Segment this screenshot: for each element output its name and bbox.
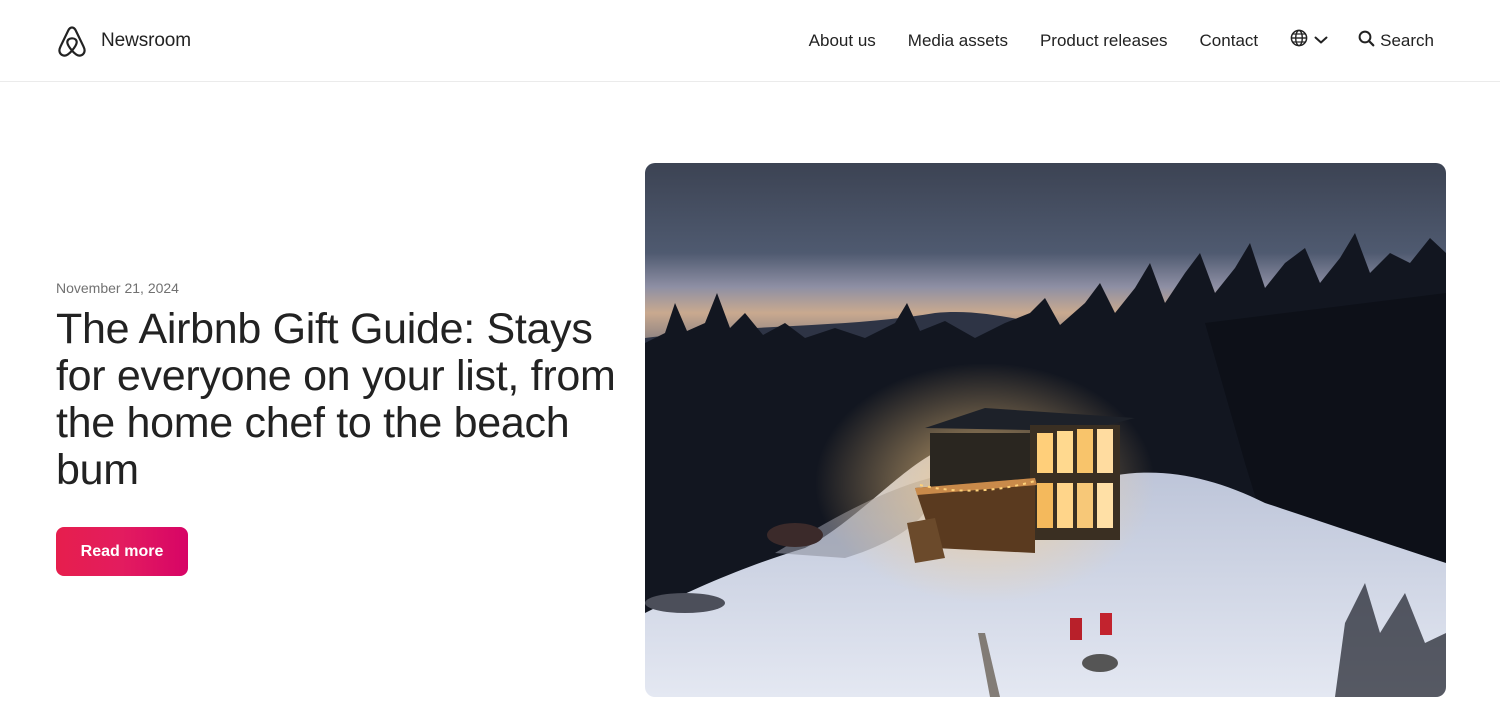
featured-story-text: November 21, 2024 The Airbnb Gift Guide:… — [56, 280, 616, 494]
main-nav: About us Media assets Product releases C… — [809, 0, 1434, 81]
airbnb-logo-icon — [56, 24, 88, 58]
nav-media-assets[interactable]: Media assets — [908, 31, 1008, 51]
read-more-button[interactable]: Read more — [56, 527, 188, 576]
chevron-down-icon — [1314, 32, 1328, 50]
nav-about-us[interactable]: About us — [809, 31, 876, 51]
brand-link[interactable]: Newsroom — [56, 23, 191, 59]
search-button[interactable]: Search — [1358, 30, 1434, 52]
search-icon — [1358, 30, 1380, 52]
search-label: Search — [1380, 30, 1434, 50]
story-headline[interactable]: The Airbnb Gift Guide: Stays for everyon… — [56, 306, 616, 494]
brand-label: Newsroom — [101, 30, 191, 51]
newsroom-page: Newsroom About us Media assets Product r… — [0, 0, 1500, 721]
featured-story-image[interactable] — [645, 163, 1446, 697]
site-header: Newsroom About us Media assets Product r… — [0, 0, 1500, 82]
language-selector-button[interactable] — [1290, 29, 1328, 52]
nav-contact[interactable]: Contact — [1200, 31, 1259, 51]
globe-icon — [1290, 29, 1308, 52]
nav-product-releases[interactable]: Product releases — [1040, 31, 1168, 51]
story-date: November 21, 2024 — [56, 280, 179, 296]
